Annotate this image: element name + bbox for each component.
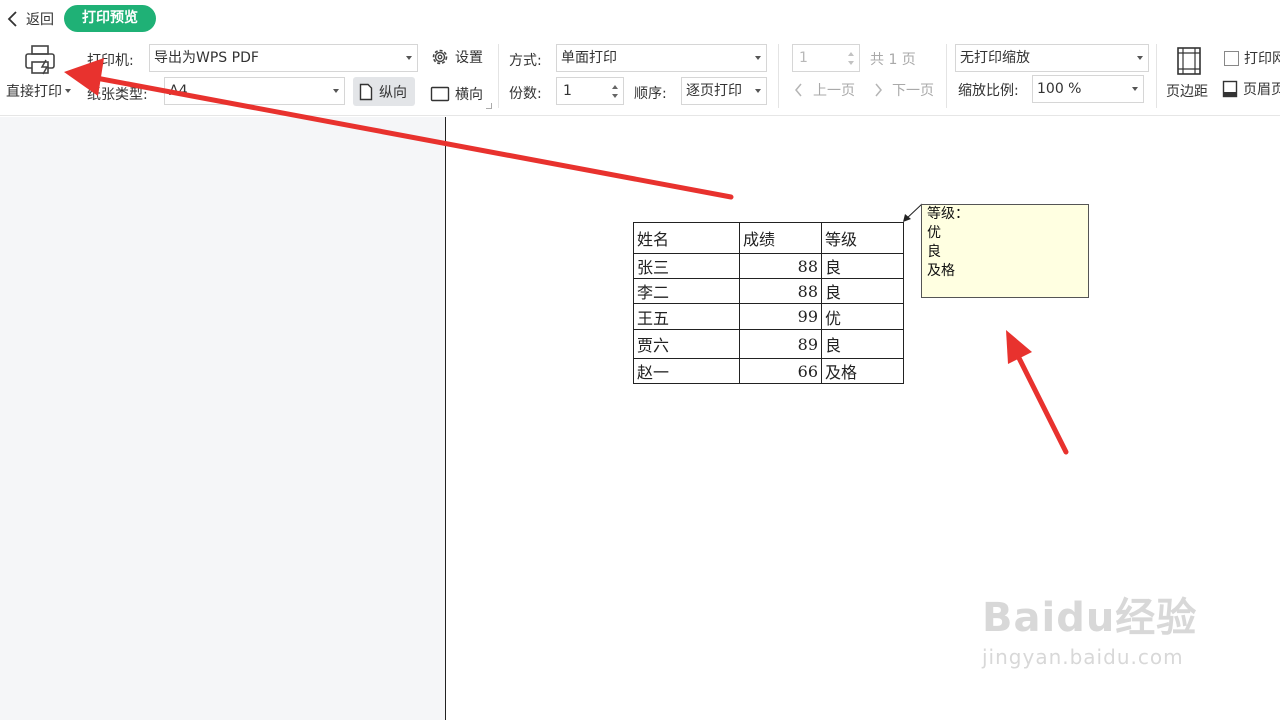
baidu-watermark: Baidu经验 jingyan.baidu.com xyxy=(982,585,1197,669)
arrow-to-comment xyxy=(1006,330,1069,455)
watermark-brand: Baidu经验 xyxy=(982,595,1198,641)
watermark-url: jingyan.baidu.com xyxy=(982,645,1184,669)
arrow-to-direct-print xyxy=(64,58,734,200)
